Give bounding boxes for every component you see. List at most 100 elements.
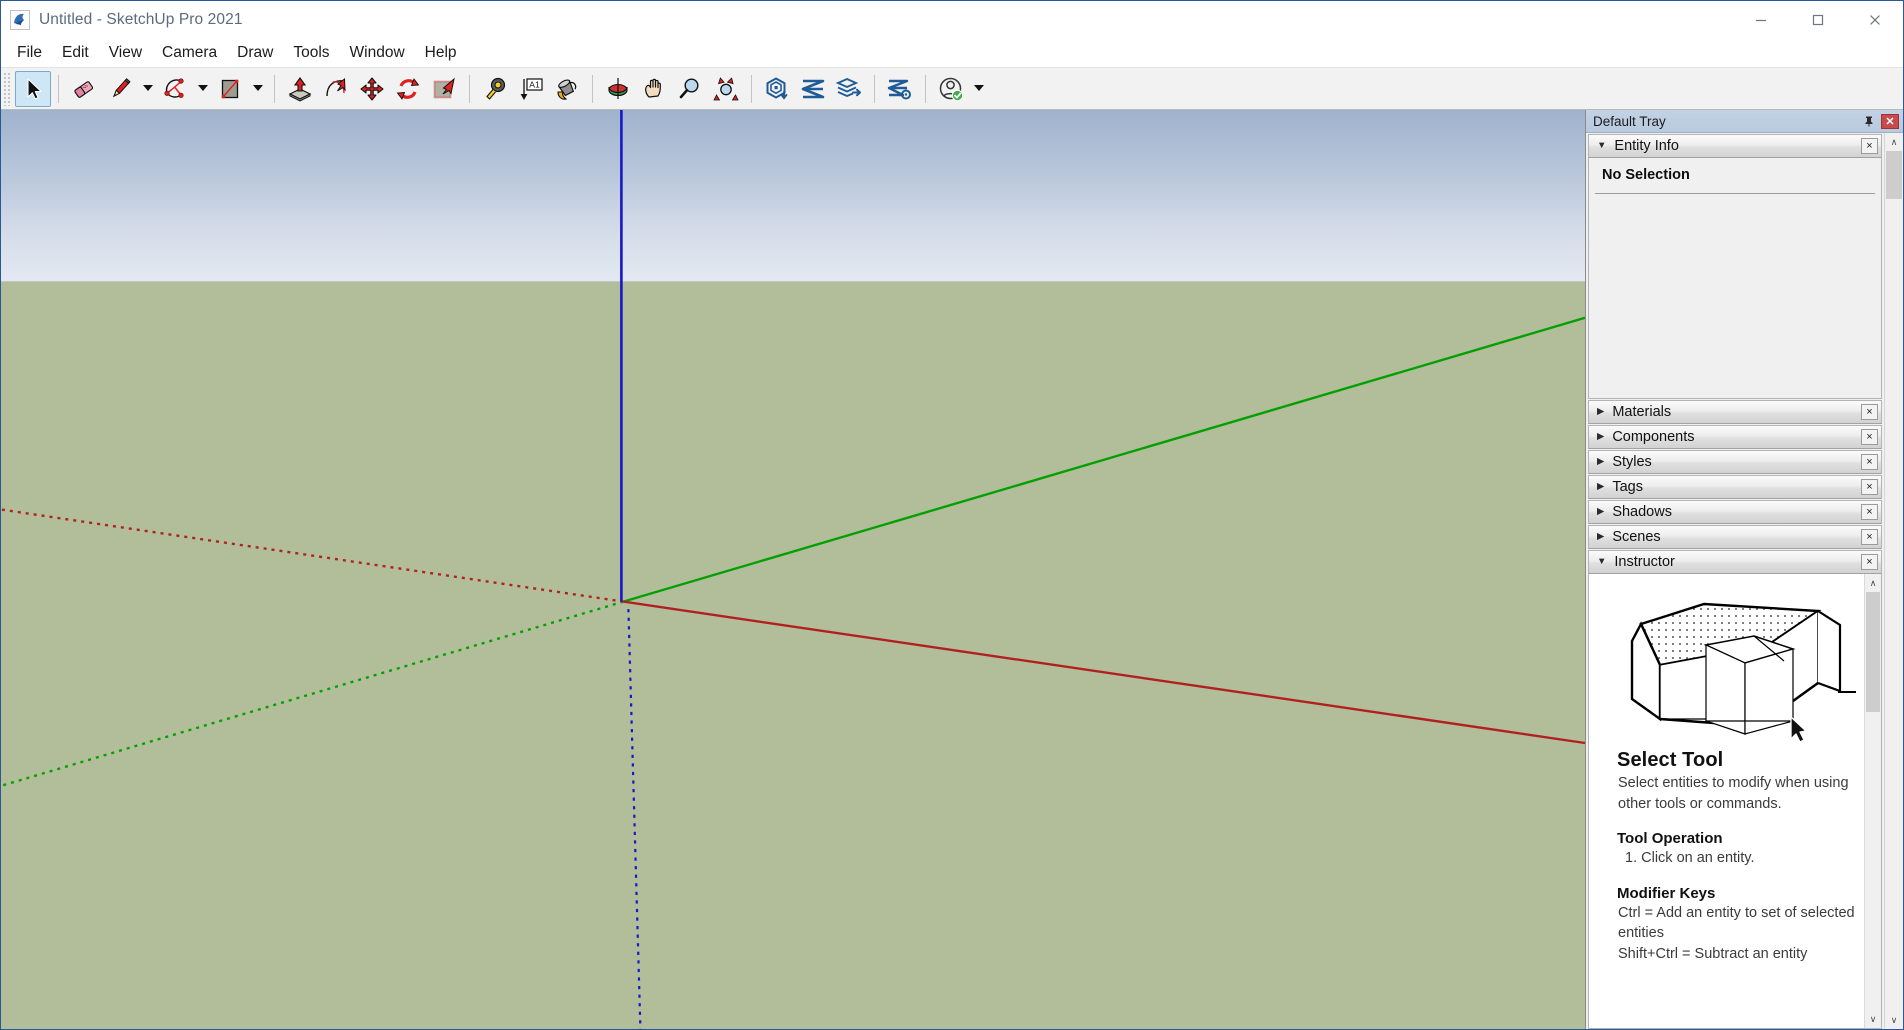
menu-bar: File Edit View Camera Draw Tools Window … xyxy=(1,39,1903,67)
extension-manager-button[interactable] xyxy=(882,71,918,107)
zoom-extents-tool-button[interactable] xyxy=(708,71,744,107)
menu-edit[interactable]: Edit xyxy=(52,41,99,66)
panel-label-scenes: Scenes xyxy=(1612,529,1661,545)
panel-label-entity-info: Entity Info xyxy=(1614,138,1679,154)
share-model-button[interactable] xyxy=(831,71,867,107)
panel-close-instructor[interactable]: × xyxy=(1861,554,1878,570)
menu-tools[interactable]: Tools xyxy=(283,41,339,66)
red-axis-dotted xyxy=(1,508,624,603)
instructor-text: Select Tool Select entities to modify wh… xyxy=(1589,749,1881,964)
tray-scroll-down-button[interactable]: ∨ xyxy=(1885,1011,1903,1029)
extension-warehouse-button[interactable] xyxy=(795,71,831,107)
paint-bucket-tool-button[interactable] xyxy=(549,71,585,107)
panel-header-tags[interactable]: ▶ Tags × xyxy=(1588,475,1882,499)
menu-camera[interactable]: Camera xyxy=(152,41,227,66)
minimize-button[interactable] xyxy=(1732,1,1789,39)
pencil-icon xyxy=(112,77,131,97)
panel-close-scenes[interactable]: × xyxy=(1861,529,1878,545)
tray-panel-stack: ▼ Entity Info × No Selection ▶ Materials… xyxy=(1586,133,1884,1029)
menu-help[interactable]: Help xyxy=(415,41,467,66)
rectangle-tool-button[interactable] xyxy=(212,71,248,107)
instructor-tool-operation-item-1: 1. Click on an entity. xyxy=(1625,850,1755,867)
pan-tool-button[interactable] xyxy=(636,71,672,107)
main-toolbar: A1 xyxy=(1,67,1903,110)
panel-header-entity-info[interactable]: ▼ Entity Info × xyxy=(1588,134,1882,158)
instructor-scroll-thumb[interactable] xyxy=(1866,592,1880,712)
menu-window[interactable]: Window xyxy=(340,41,415,66)
rotate-tool-button[interactable] xyxy=(390,71,426,107)
pushpull-tool-button[interactable] xyxy=(282,71,318,107)
tray-scroll-up-button[interactable]: ∧ xyxy=(1885,133,1903,151)
panel-header-materials[interactable]: ▶ Materials × xyxy=(1588,400,1882,424)
menu-draw[interactable]: Draw xyxy=(227,41,283,66)
instructor-scroll-track[interactable] xyxy=(1865,592,1881,1010)
panel-close-components[interactable]: × xyxy=(1861,429,1878,445)
chevron-right-icon: ▶ xyxy=(1597,456,1605,468)
magnifier-zoom-icon xyxy=(679,77,699,98)
text-tool-button[interactable]: A1 xyxy=(513,71,549,107)
tray-scroll-track[interactable] xyxy=(1885,151,1903,1011)
panel-label-components: Components xyxy=(1612,429,1695,445)
entity-info-body: No Selection xyxy=(1588,158,1882,399)
pin-icon[interactable] xyxy=(1861,113,1877,129)
panel-header-components[interactable]: ▶ Components × xyxy=(1588,425,1882,449)
panel-close-entity-info[interactable]: × xyxy=(1861,138,1878,154)
tray-scroll-thumb[interactable] xyxy=(1886,151,1902,199)
maximize-button[interactable] xyxy=(1789,1,1846,39)
instructor-scroll-up-button[interactable]: ∧ xyxy=(1865,574,1881,592)
extension-warehouse-icon xyxy=(801,79,825,98)
warehouse-download-icon xyxy=(766,76,788,100)
panel-label-materials: Materials xyxy=(1612,404,1672,420)
sketchup-application-window: Untitled - SketchUp Pro 2021 File Edit V… xyxy=(0,0,1904,1030)
scale-tool-button[interactable] xyxy=(426,71,462,107)
chevron-down-icon xyxy=(197,85,208,91)
blue-axis-dotted xyxy=(627,609,642,1029)
instructor-scroll-down-button[interactable]: ∨ xyxy=(1865,1010,1881,1028)
rectangle-icon xyxy=(221,79,239,98)
instructor-description: Select entities to modify when using oth… xyxy=(1618,775,1849,812)
account-dropdown[interactable] xyxy=(969,71,988,107)
chevron-down-icon xyxy=(142,85,153,91)
arc-tool-button[interactable] xyxy=(157,71,193,107)
modeling-viewport[interactable] xyxy=(1,110,1585,1029)
instructor-tool-operation-heading: Tool Operation xyxy=(1617,830,1723,848)
panel-close-styles[interactable]: × xyxy=(1861,454,1878,470)
eraser-icon xyxy=(74,80,94,98)
orbit-tool-button[interactable] xyxy=(600,71,636,107)
toolbar-grip-handle[interactable] xyxy=(3,71,12,106)
instructor-scrollbar[interactable]: ∧ ∨ xyxy=(1864,574,1881,1028)
eraser-tool-button[interactable] xyxy=(66,71,102,107)
3d-warehouse-button[interactable] xyxy=(759,71,795,107)
menu-view[interactable]: View xyxy=(99,41,152,66)
line-tool-dropdown[interactable] xyxy=(138,71,157,107)
move-tool-button[interactable] xyxy=(354,71,390,107)
panel-close-shadows[interactable]: × xyxy=(1861,504,1878,520)
arrow-cursor-icon xyxy=(27,77,42,100)
toolbar-separator xyxy=(874,74,875,103)
tray-scrollbar[interactable]: ∧ ∨ xyxy=(1884,133,1903,1029)
scale-icon xyxy=(433,77,455,98)
line-tool-button[interactable] xyxy=(102,71,138,107)
rectangle-tool-dropdown[interactable] xyxy=(248,71,267,107)
tape-measure-tool-button[interactable] xyxy=(477,71,513,107)
followme-tool-button[interactable] xyxy=(318,71,354,107)
select-tool-button[interactable] xyxy=(15,70,51,107)
toolbar-separator xyxy=(925,74,926,103)
toolbar-separator xyxy=(58,74,59,103)
panel-header-shadows[interactable]: ▶ Shadows × xyxy=(1588,500,1882,524)
arc-tool-dropdown[interactable] xyxy=(193,71,212,107)
zoom-tool-button[interactable] xyxy=(672,71,708,107)
window-controls xyxy=(1732,1,1903,39)
entity-info-status: No Selection xyxy=(1602,167,1690,183)
menu-file[interactable]: File xyxy=(7,41,52,66)
close-button[interactable] xyxy=(1846,1,1903,39)
push-pull-icon xyxy=(288,76,312,102)
panel-header-styles[interactable]: ▶ Styles × xyxy=(1588,450,1882,474)
tray-close-button[interactable]: ✕ xyxy=(1881,113,1899,129)
panel-close-tags[interactable]: × xyxy=(1861,479,1878,495)
account-button[interactable] xyxy=(933,71,969,107)
panel-header-scenes[interactable]: ▶ Scenes × xyxy=(1588,525,1882,549)
panel-header-instructor[interactable]: ▼ Instructor × xyxy=(1588,550,1882,574)
panel-close-materials[interactable]: × xyxy=(1861,404,1878,420)
panel-label-styles: Styles xyxy=(1612,454,1652,470)
